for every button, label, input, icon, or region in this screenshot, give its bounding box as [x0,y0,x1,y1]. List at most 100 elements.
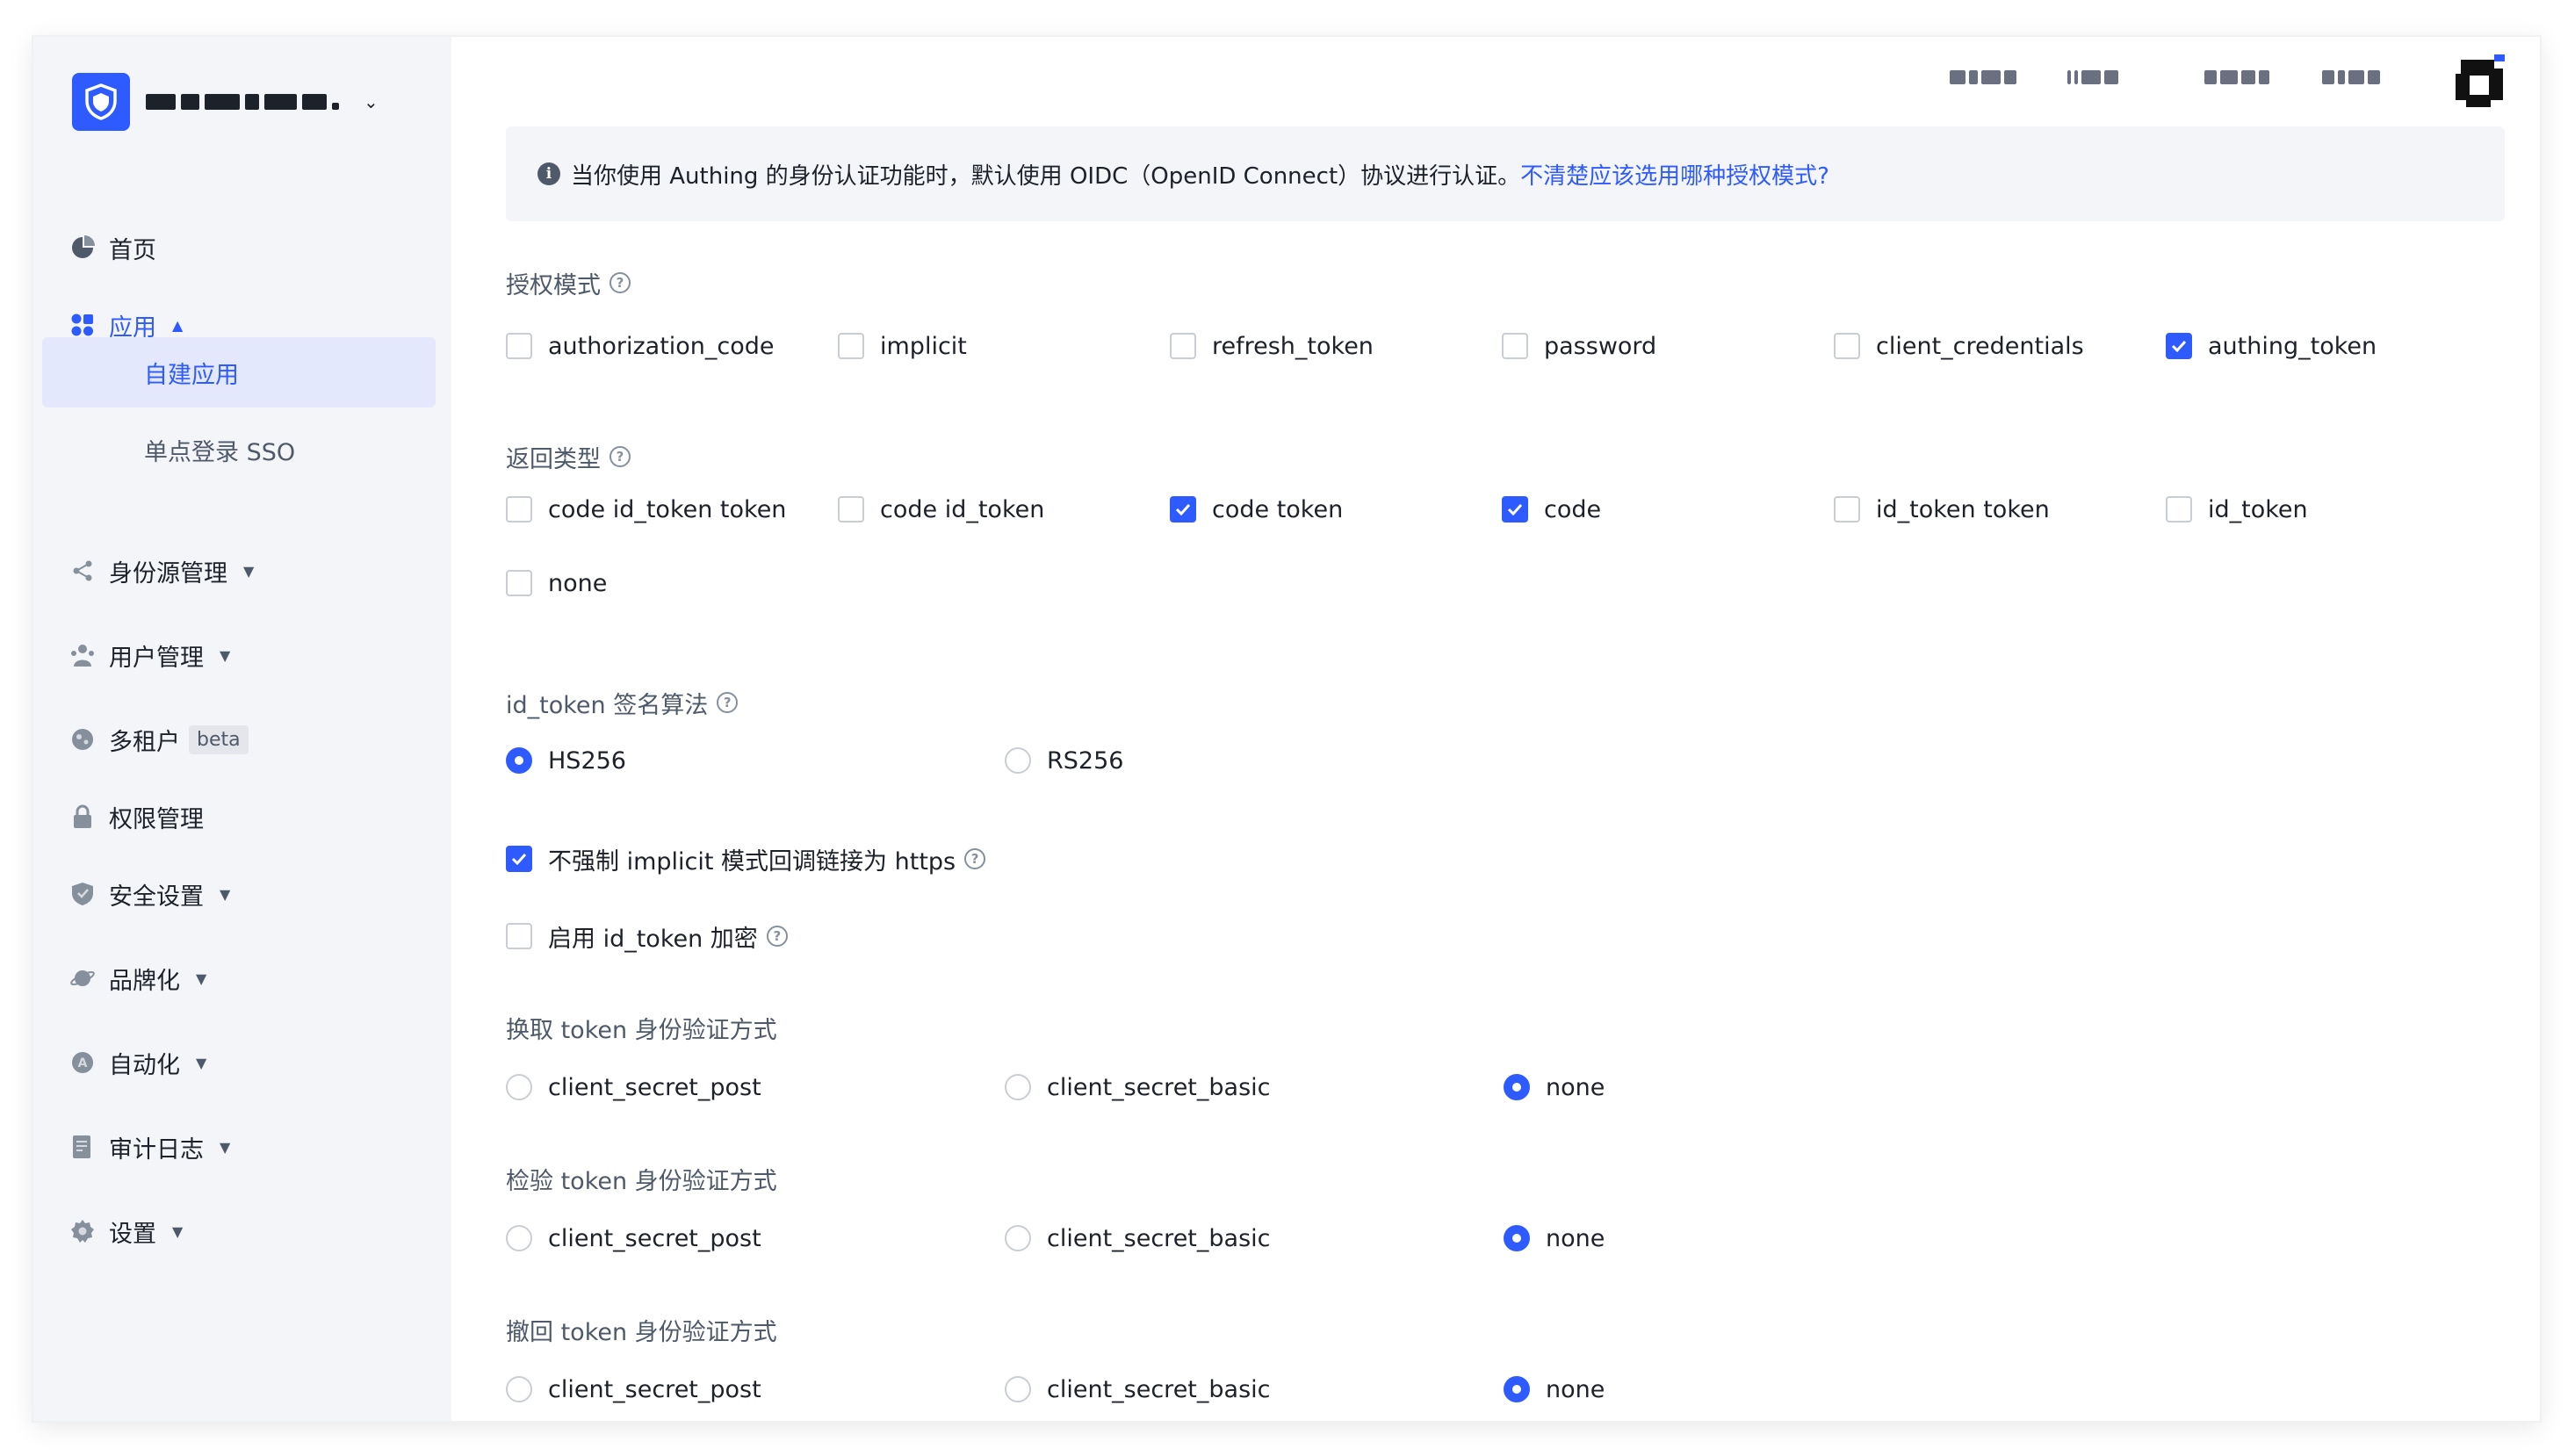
chevron-down-icon: ⌄ [364,91,379,112]
radio-dot [1005,747,1031,774]
header-link-redacted[interactable] [2322,63,2380,91]
header-link-redacted[interactable] [2067,63,2118,91]
checkbox-box [1502,333,1528,359]
response-none-checkbox[interactable]: none [506,566,607,601]
help-icon[interactable]: ? [609,446,631,467]
checkbox-box [1834,333,1860,359]
response-code-id-token-token-checkbox[interactable]: code id_token token [506,492,786,527]
grant-mode-help-link[interactable]: 不清楚应该选用哪种授权模式? [1520,158,1829,191]
planet-icon [69,964,97,992]
revoke-client-secret-post-radio[interactable]: client_secret_post [506,1372,761,1407]
org-name-redacted [146,88,339,116]
globe-icon [69,725,97,753]
automation-icon: A [69,1049,97,1077]
response-code-id-token-token-label: code id_token token [548,496,786,523]
alg-hs256-radio[interactable]: HS256 [506,743,626,778]
response-code-id-token-checkbox[interactable]: code id_token [838,492,1044,527]
nav-identity-sources-label: 身份源管理 [109,554,227,588]
implicit-https-label: 不强制 implicit 模式回调链接为 https [548,842,956,876]
radio-dot [1504,1376,1530,1402]
revoke-client-secret-basic-label: client_secret_basic [1047,1376,1270,1403]
radio-dot [506,747,532,774]
caret-down-icon: ▼ [220,647,230,664]
response-id-token-checkbox[interactable]: id_token [2166,492,2308,527]
shield-icon [69,880,97,908]
radio-dot [506,1376,532,1402]
grant-implicit-label: implicit [880,333,967,360]
nav-multi-tenant[interactable]: 多租户 beta [69,715,249,764]
exchange-client-secret-post-radio[interactable]: client_secret_post [506,1070,761,1105]
nav-permissions[interactable]: 权限管理 [69,792,204,841]
help-icon[interactable]: ? [717,692,738,713]
nav-user-management-label: 用户管理 [109,638,204,673]
nav-settings-label: 设置 [109,1215,156,1249]
nav-sub-sso[interactable]: 单点登录 SSO [42,414,436,485]
alg-rs256-label: RS256 [1047,747,1123,775]
help-icon[interactable]: ? [609,272,631,293]
nav-identity-sources[interactable]: 身份源管理 ▼ [69,546,254,595]
grant-client-credentials-checkbox[interactable]: client_credentials [1834,328,2084,364]
help-icon[interactable]: ? [964,848,985,869]
nav-user-management[interactable]: 用户管理 ▼ [69,631,230,680]
info-text: 当你使用 Authing 的身份认证功能时，默认使用 OIDC（OpenID C… [571,158,1520,191]
radio-dot [1005,1225,1031,1251]
sidebar: ⌄ 首页 应用 ▲ 自建应用 单点登录 SSO 身份源管理 ▼ 用户管理 ▼ 多… [33,37,451,1421]
alg-rs256-radio[interactable]: RS256 [1005,743,1123,778]
document-list-icon [69,1133,97,1161]
introspect-client-secret-post-radio[interactable]: client_secret_post [506,1221,761,1256]
response-code-checkbox[interactable]: code [1502,492,1601,527]
pie-chart-icon [69,234,97,262]
checkmark-icon [1170,496,1196,523]
revoke-none-radio[interactable]: none [1504,1372,1605,1407]
exchange-client-secret-post-label: client_secret_post [548,1074,761,1101]
nav-security[interactable]: 安全设置 ▼ [69,869,230,919]
id-token-alg-label-text: id_token 签名算法 [506,686,708,720]
caret-down-icon: ▼ [196,1055,206,1071]
grant-password-checkbox[interactable]: password [1502,328,1656,364]
nav-automation[interactable]: A 自动化 ▼ [69,1038,206,1087]
apps-icon [69,311,97,339]
avatar[interactable] [2449,49,2510,111]
caret-down-icon: ▼ [172,1223,183,1240]
id-token-encrypt-checkbox[interactable]: 启用 id_token 加密? [506,919,788,954]
revoke-client-secret-basic-radio[interactable]: client_secret_basic [1005,1372,1270,1407]
header-link-redacted[interactable] [2204,63,2269,91]
grant-authing-token-label: authing_token [2208,333,2377,360]
introspect-none-radio[interactable]: none [1504,1221,1605,1256]
response-id-token-token-label: id_token token [1876,496,2050,523]
token-revoke-auth-label: 撤回 token 身份验证方式 [506,1314,777,1345]
svg-text:A: A [78,1056,88,1070]
nav-home[interactable]: 首页 [69,223,156,272]
exchange-client-secret-basic-radio[interactable]: client_secret_basic [1005,1070,1270,1105]
help-icon[interactable]: ? [767,926,788,947]
checkbox-box [506,570,532,596]
nav-audit-log[interactable]: 审计日志 ▼ [69,1122,230,1171]
introspect-client-secret-basic-radio[interactable]: client_secret_basic [1005,1221,1270,1256]
nav-branding[interactable]: 品牌化 ▼ [69,954,206,1003]
response-id-token-token-checkbox[interactable]: id_token token [1834,492,2050,527]
response-code-token-checkbox[interactable]: code token [1170,492,1343,527]
grant-refresh-token-checkbox[interactable]: refresh_token [1170,328,1374,364]
org-switcher[interactable]: ⌄ [72,72,423,132]
header-link-redacted[interactable] [1950,63,2016,91]
token-introspect-auth-label: 检验 token 身份验证方式 [506,1163,777,1194]
response-code-id-token-label: code id_token [880,496,1044,523]
grant-implicit-checkbox[interactable]: implicit [838,328,967,364]
caret-up-icon: ▲ [172,317,183,334]
grant-types-label: 授权模式 ? [506,267,631,299]
nav-sub-self-built-apps[interactable]: 自建应用 [42,337,436,407]
exchange-client-secret-basic-label: client_secret_basic [1047,1074,1270,1101]
grant-refresh-token-label: refresh_token [1212,333,1374,360]
alg-hs256-label: HS256 [548,747,626,775]
nav-settings[interactable]: 设置 ▼ [69,1207,183,1256]
checkbox-box [1170,333,1196,359]
grant-authorization-code-label: authorization_code [548,333,775,360]
exchange-none-radio[interactable]: none [1504,1070,1605,1105]
app-window: ⌄ 首页 应用 ▲ 自建应用 单点登录 SSO 身份源管理 ▼ 用户管理 ▼ 多… [33,37,2540,1421]
nav-permissions-label: 权限管理 [109,800,204,834]
grant-authing-token-checkbox[interactable]: authing_token [2166,328,2377,364]
introspect-client-secret-basic-label: client_secret_basic [1047,1225,1270,1252]
grant-authorization-code-checkbox[interactable]: authorization_code [506,328,775,364]
checkbox-box [506,496,532,523]
implicit-https-checkbox[interactable]: 不强制 implicit 模式回调链接为 https? [506,841,985,876]
